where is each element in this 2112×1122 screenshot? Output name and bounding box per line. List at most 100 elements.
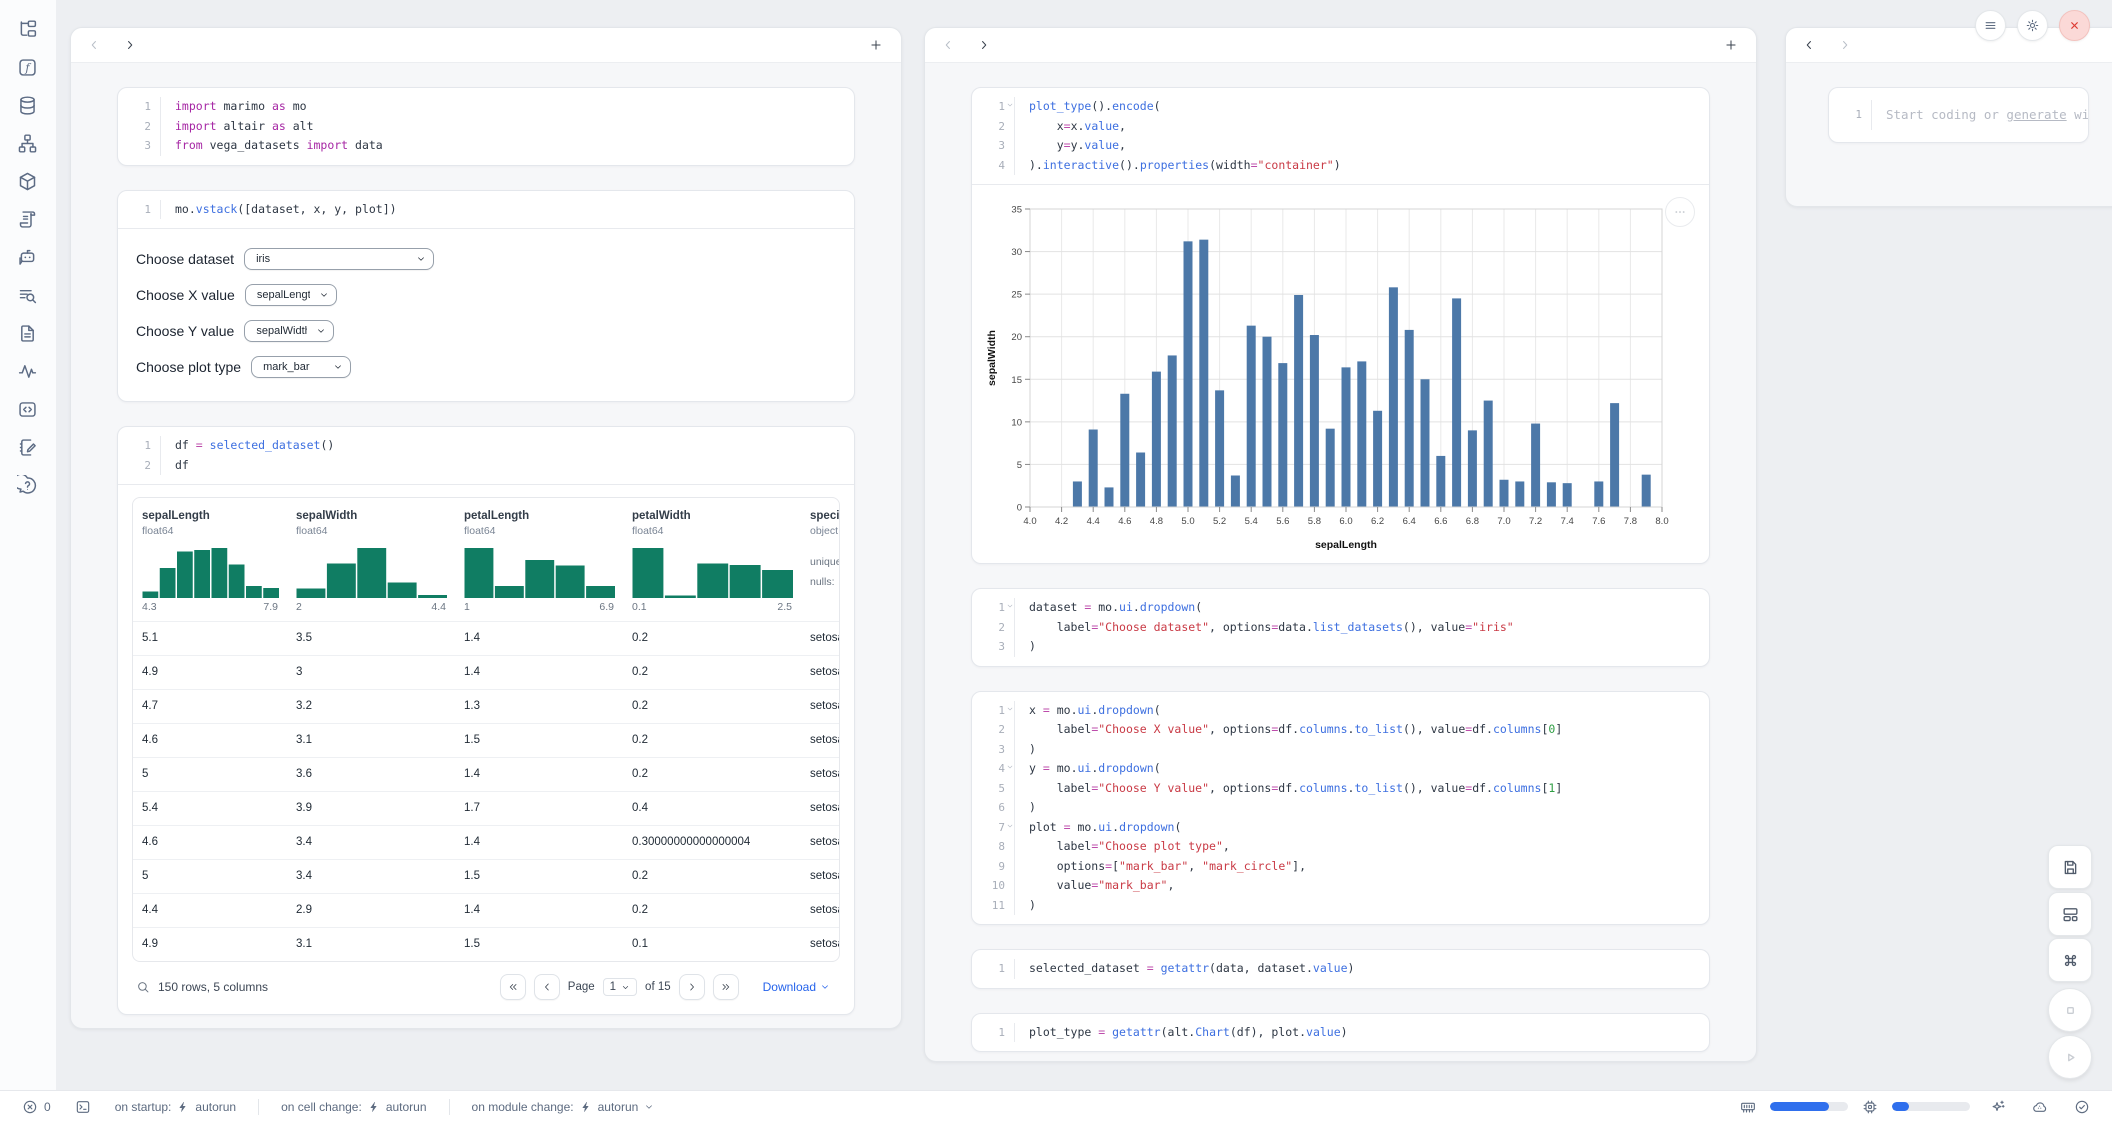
cell-imports[interactable]: 1import marimo as mo2import altair as al…	[117, 87, 855, 166]
history-back-button[interactable]	[87, 37, 103, 53]
chat-icon[interactable]	[15, 244, 41, 270]
history-back-button[interactable]	[1802, 37, 1818, 53]
caret-down-icon	[621, 983, 630, 992]
column-header-petalWidth[interactable]: petalWidthfloat640.12.5	[623, 510, 801, 613]
help-icon[interactable]	[15, 472, 41, 498]
chart-output: 4.04.24.44.64.85.05.25.45.65.86.06.26.46…	[972, 184, 1709, 563]
bar-chart[interactable]: 4.04.24.44.64.85.05.25.45.65.86.06.26.46…	[982, 197, 1699, 555]
cell-plot-type[interactable]: 1plot_type = getattr(alt.Chart(df), plot…	[971, 1013, 1710, 1053]
layout-toggle-button[interactable]	[2048, 892, 2092, 936]
data-sources-icon[interactable]	[15, 92, 41, 118]
history-back-button[interactable]	[941, 37, 957, 53]
next-page-button[interactable]	[679, 974, 705, 1000]
save-button[interactable]	[2048, 845, 2092, 889]
on-module-change-setting[interactable]: on module change: autorun	[466, 1099, 661, 1115]
packages-icon[interactable]	[15, 168, 41, 194]
column-header-sepalLength[interactable]: sepalLengthfloat644.37.9	[133, 510, 287, 613]
ai-assistant-button[interactable]	[1984, 1098, 2012, 1116]
dropdown-choose-x-value[interactable]: sepalLength	[245, 284, 337, 306]
on-startup-setting[interactable]: on startup: autorun	[109, 1099, 242, 1115]
add-cell-button[interactable]	[1724, 37, 1740, 53]
table-cell: 1.7	[455, 792, 623, 825]
settings-button[interactable]	[2017, 10, 2048, 41]
dropdown-label: Choose Y value	[136, 323, 234, 339]
file-explorer-icon[interactable]	[15, 16, 41, 42]
table-cell: setosa	[801, 656, 839, 689]
tracing-icon[interactable]	[15, 358, 41, 384]
code-line: 8 label="Choose plot type",	[972, 837, 1709, 857]
run-all-button[interactable]	[2048, 1035, 2092, 1079]
column-header-sepalWidth[interactable]: sepalWidthfloat6424.4	[287, 510, 455, 613]
terminal-button[interactable]	[69, 1098, 97, 1116]
fold-caret-icon[interactable]	[1006, 822, 1014, 830]
panel-left: 1import marimo as mo2import altair as al…	[70, 27, 902, 1029]
documentation-icon[interactable]	[15, 320, 41, 346]
chart-actions-button[interactable]	[1665, 197, 1695, 227]
dropdown-choose-y-value[interactable]: sepalWidth	[244, 320, 334, 342]
add-cell-button[interactable]	[869, 37, 885, 53]
svg-text:5.0: 5.0	[1181, 516, 1194, 527]
history-forward-button[interactable]	[1838, 37, 1854, 53]
svg-text:6.8: 6.8	[1466, 516, 1479, 527]
fold-caret-icon[interactable]	[1006, 602, 1014, 610]
logs-icon[interactable]	[15, 206, 41, 232]
history-forward-button[interactable]	[123, 37, 139, 53]
dropdown-choose-plot-type[interactable]: mark_bar	[251, 356, 351, 378]
errors-indicator[interactable]: 0	[16, 1098, 57, 1116]
table-cell: setosa	[801, 758, 839, 791]
download-button[interactable]: Download	[757, 979, 836, 995]
first-page-button[interactable]	[500, 974, 526, 1000]
fold-caret-icon[interactable]	[1006, 101, 1014, 109]
page-select[interactable]: 1	[603, 978, 637, 996]
stop-kernel-button[interactable]	[2048, 988, 2092, 1032]
code-line: 3 y=y.value,	[972, 136, 1709, 156]
scratchpad-icon[interactable]	[15, 434, 41, 460]
menu-button[interactable]	[1975, 10, 2006, 41]
last-page-button[interactable]	[713, 974, 739, 1000]
table-cell: 0.2	[623, 724, 801, 757]
shutdown-button[interactable]	[2059, 10, 2090, 41]
table-cell: setosa	[801, 928, 839, 961]
table-cell: 5	[133, 860, 287, 893]
generate-with-ai-link[interactable]: generate	[2006, 107, 2066, 122]
snippets-icon[interactable]	[15, 396, 41, 422]
cell-dataset-dropdown[interactable]: 1dataset = mo.ui.dropdown(2 label="Choos…	[971, 588, 1710, 667]
panel-middle-header	[925, 28, 1756, 63]
fold-caret-icon[interactable]	[1006, 763, 1014, 771]
dependency-graph-icon[interactable]	[15, 130, 41, 156]
cell-plot[interactable]: 1plot_type().encode(2 x=x.value,3 y=y.va…	[971, 87, 1710, 564]
search-icon[interactable]	[136, 980, 150, 994]
table-cell: 0.2	[623, 656, 801, 689]
code-line: 1mo.vstack([dataset, x, y, plot])	[118, 200, 854, 220]
history-forward-button[interactable]	[977, 37, 993, 53]
cell-vstack[interactable]: 1mo.vstack([dataset, x, y, plot]) Choose…	[117, 190, 855, 403]
svg-text:6.2: 6.2	[1371, 516, 1384, 527]
table-cell: setosa	[801, 724, 839, 757]
connection-status-button[interactable]	[2068, 1098, 2096, 1116]
svg-text:7.6: 7.6	[1592, 516, 1605, 527]
table-cell: setosa	[801, 894, 839, 927]
command-palette-button[interactable]	[2048, 938, 2092, 982]
prev-page-button[interactable]	[534, 974, 560, 1000]
svg-text:7.0: 7.0	[1497, 516, 1510, 527]
cell-selected-dataset[interactable]: 1selected_dataset = getattr(data, datase…	[971, 949, 1710, 989]
cell-dataframe[interactable]: 1df = selected_dataset()2df sepalLengthf…	[117, 426, 855, 1015]
runtime-cloud-button[interactable]	[2026, 1098, 2054, 1116]
on-cell-change-setting[interactable]: on cell change: autorun	[275, 1099, 432, 1115]
dropdown-label: Choose X value	[136, 287, 235, 303]
svg-text:7.8: 7.8	[1624, 516, 1637, 527]
column-header-species[interactable]: speciesobjectunique:nulls:	[801, 510, 839, 613]
table-cell: 3.9	[287, 792, 455, 825]
svg-text:0: 0	[1017, 503, 1022, 514]
dropdown-choose-dataset[interactable]: iris	[244, 248, 434, 270]
memory-usage-bar	[1770, 1102, 1848, 1111]
search-docs-icon[interactable]	[15, 282, 41, 308]
variables-icon[interactable]: f	[15, 54, 41, 80]
cell-xy-plot-dropdowns[interactable]: 1x = mo.ui.dropdown(2 label="Choose X va…	[971, 691, 1710, 926]
column-header-petalLength[interactable]: petalLengthfloat6416.9	[455, 510, 623, 613]
cell-empty[interactable]: 1 Start coding or generate with	[1828, 87, 2089, 143]
helper-sidebar: f	[0, 0, 56, 1090]
code-line: 11)	[972, 896, 1709, 916]
table-cell: 3.1	[287, 724, 455, 757]
fold-caret-icon[interactable]	[1006, 705, 1014, 713]
